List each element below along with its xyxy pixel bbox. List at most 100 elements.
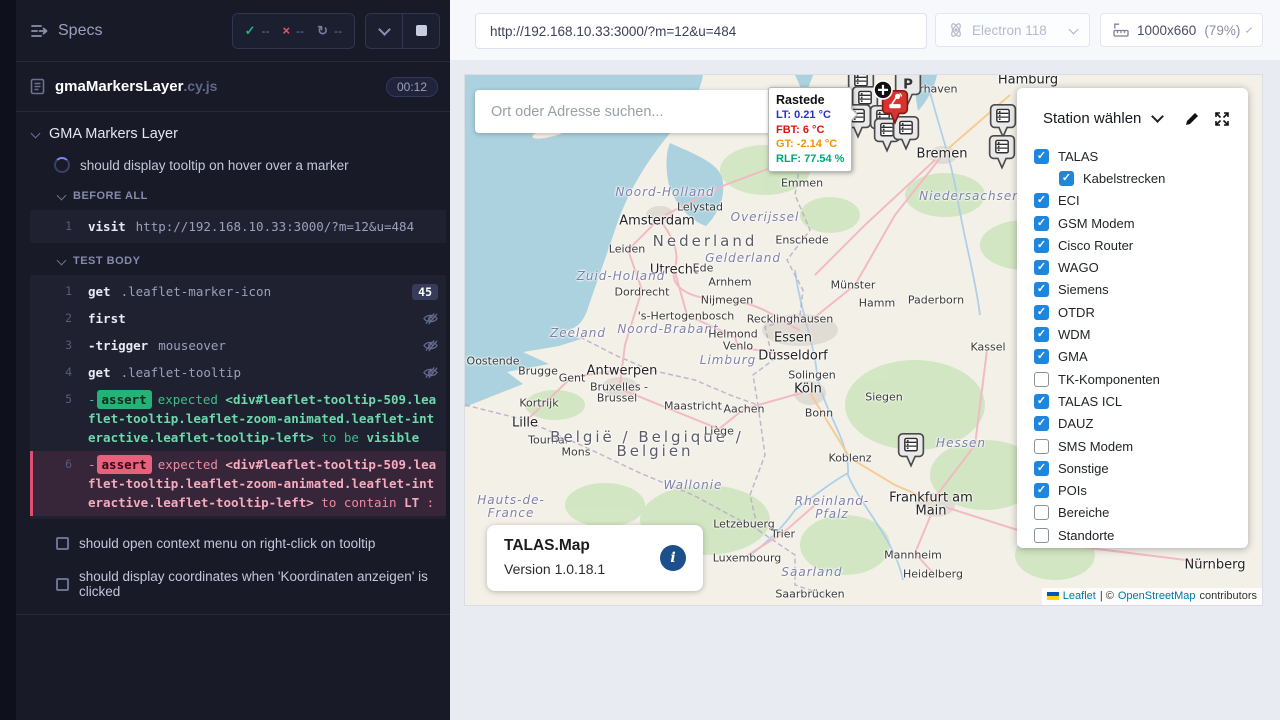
leaflet-map[interactable]: erhavenHamburgBremenNiedersachsenEmmenNo… — [465, 75, 1262, 605]
layer-checkbox-item[interactable]: ✓Sonstige — [1034, 457, 1248, 479]
map-search-input[interactable] — [475, 90, 775, 133]
layer-checkbox-item[interactable]: ✓Siemens — [1034, 279, 1248, 301]
layer-checkbox-item[interactable]: ✓GSM Modem — [1034, 212, 1248, 234]
layer-checkbox-item[interactable]: ✓Cisco Router — [1034, 234, 1248, 256]
checkbox-checked-icon[interactable]: ✓ — [1034, 483, 1049, 498]
run-stats: ✓-- ×-- ↻-- — [232, 13, 355, 49]
chevron-down-icon[interactable] — [1152, 110, 1165, 123]
command-row[interactable]: 4get.leaflet-tooltip — [30, 359, 446, 386]
collapse-all-button[interactable] — [366, 14, 402, 48]
checkbox-checked-icon[interactable]: ✓ — [1034, 461, 1049, 476]
checkbox-checked-icon[interactable]: ✓ — [1034, 394, 1049, 409]
viewport-select[interactable]: 1000x660 (79%) — [1100, 13, 1263, 47]
pending-test-row[interactable]: should open context menu on right-click … — [16, 527, 450, 560]
map-search-box — [475, 90, 775, 133]
checkbox-unchecked-icon[interactable] — [1034, 528, 1049, 543]
checkbox-checked-icon[interactable]: ✓ — [1034, 193, 1049, 208]
station-marker-icon[interactable] — [989, 135, 1016, 170]
layer-checkbox-item[interactable]: Standorte — [1034, 524, 1248, 546]
layer-label: DAUZ — [1058, 416, 1093, 431]
layer-checkbox-item[interactable]: ✓WAGO — [1034, 256, 1248, 278]
suite-row[interactable]: GMA Markers Layer — [16, 112, 450, 150]
layer-checkbox-item[interactable]: Bereiche — [1034, 502, 1248, 524]
checkbox-checked-icon[interactable]: ✓ — [1034, 349, 1049, 364]
specs-label[interactable]: Specs — [58, 22, 102, 40]
active-test-row[interactable]: should display tooltip on hover over a m… — [16, 150, 450, 180]
command-method: get — [88, 284, 111, 299]
layer-checkbox-item[interactable]: ✓POIs — [1034, 479, 1248, 501]
command-row[interactable]: 2first — [30, 305, 446, 332]
layer-checkbox-item[interactable]: ✓ GMA — [1034, 346, 1248, 368]
pending-test-row[interactable]: should display coordinates when 'Koordin… — [16, 560, 450, 608]
station-marker-icon[interactable] — [898, 433, 925, 468]
command-method: get — [88, 365, 111, 380]
checkbox-checked-icon[interactable]: ✓ — [1034, 305, 1049, 320]
aut-stage: erhavenHamburgBremenNiedersachsenEmmenNo… — [450, 60, 1280, 720]
command-row[interactable]: 5-assertexpected <div#leaflet-tooltip-50… — [30, 386, 446, 451]
command-row[interactable]: 3-triggermouseover — [30, 332, 446, 359]
assert-badge: assert — [97, 455, 152, 474]
command-row[interactable]: 1visithttp://192.168.10.33:3000/?m=12&u=… — [30, 213, 446, 240]
checkbox-unchecked-icon[interactable] — [1034, 439, 1049, 454]
layer-checkbox-item[interactable]: ✓ DAUZ — [1034, 413, 1248, 435]
leaflet-link[interactable]: Leaflet — [1063, 590, 1096, 602]
map-info-card: TALAS.Map Version 1.0.18.1 i — [487, 525, 703, 591]
checkbox-checked-icon[interactable]: ✓ — [1034, 260, 1049, 275]
layer-checkbox-item[interactable]: ✓ Kabelstrecken — [1059, 167, 1248, 189]
layer-checkbox-item[interactable]: ✓TALAS — [1034, 145, 1248, 167]
layer-checkbox-item[interactable]: ✓ECI — [1034, 190, 1248, 212]
checkbox-unchecked-icon[interactable] — [1034, 505, 1049, 520]
info-icon[interactable]: i — [660, 545, 686, 571]
viewport-size: 1000x660 — [1137, 23, 1196, 38]
command-row[interactable]: 6-assertexpected <div#leaflet-tooltip-50… — [30, 451, 446, 516]
layer-checkbox-item[interactable]: ✓WDM — [1034, 323, 1248, 345]
command-number: 1 — [30, 282, 88, 301]
before-all-section[interactable]: BEFORE ALL — [16, 180, 450, 208]
command-row[interactable]: 1get.leaflet-marker-icon45 — [30, 278, 446, 305]
layer-label: Kabelstrecken — [1083, 171, 1165, 186]
station-panel-header: Station wählen — [1017, 88, 1248, 137]
checkbox-unchecked-icon[interactable] — [1034, 372, 1049, 387]
command-number: 4 — [30, 363, 88, 382]
command-text: -triggermouseover — [88, 336, 415, 355]
checkbox-checked-icon[interactable]: ✓ — [1034, 216, 1049, 231]
osm-link[interactable]: OpenStreetMap — [1118, 590, 1196, 602]
chevron-down-icon — [57, 255, 67, 265]
checkbox-checked-icon[interactable]: ✓ — [1034, 282, 1049, 297]
edit-pencil-icon[interactable] — [1184, 111, 1200, 127]
checkbox-checked-icon[interactable]: ✓ — [1034, 149, 1049, 164]
expand-fullscreen-icon[interactable] — [1214, 111, 1230, 127]
browser-select[interactable]: Electron 118 — [935, 13, 1090, 47]
hidden-eye-icon — [423, 366, 438, 379]
pending-tests: should open context menu on right-click … — [16, 527, 450, 608]
layer-label: GMA — [1058, 349, 1088, 364]
browser-name: Electron 118 — [972, 23, 1047, 38]
test-running-spinner-icon — [54, 157, 70, 173]
spec-file-row[interactable]: gmaMarkersLayer.cy.js 00:12 — [16, 62, 450, 112]
command-text: -assertexpected <div#leaflet-tooltip-509… — [88, 455, 438, 512]
specs-menu-icon[interactable] — [30, 23, 48, 39]
command-method: -trigger — [88, 338, 148, 353]
layer-checkbox-item[interactable]: TK-Komponenten — [1034, 368, 1248, 390]
layer-checkbox-item[interactable]: ✓TALAS ICL — [1034, 390, 1248, 412]
station-panel-title[interactable]: Station wählen — [1043, 110, 1141, 127]
test-body-section[interactable]: TEST BODY — [16, 245, 450, 273]
pending-icon: ↻ — [317, 23, 328, 39]
checkbox-checked-icon[interactable]: ✓ — [1034, 416, 1049, 431]
add-marker-icon[interactable] — [872, 79, 894, 101]
layer-checkbox-item[interactable]: SMS Modem — [1034, 435, 1248, 457]
layer-label: TK-Komponenten — [1058, 372, 1160, 387]
sidebar-edge-strip — [0, 0, 16, 720]
checkbox-checked-icon[interactable]: ✓ — [1034, 238, 1049, 253]
checkbox-checked-icon[interactable]: ✓ — [1059, 171, 1074, 186]
command-number: 1 — [30, 217, 88, 236]
stop-button[interactable] — [403, 14, 439, 48]
layer-checkbox-item[interactable]: ✓OTDR — [1034, 301, 1248, 323]
command-text: visithttp://192.168.10.33:3000/?m=12&u=4… — [88, 217, 438, 236]
pending-test-title: should open context menu on right-click … — [79, 536, 375, 551]
command-text: -assertexpected <div#leaflet-tooltip-509… — [88, 390, 438, 447]
run-controls — [365, 13, 440, 49]
url-input[interactable] — [476, 14, 926, 48]
station-marker-icon[interactable] — [990, 104, 1017, 139]
checkbox-checked-icon[interactable]: ✓ — [1034, 327, 1049, 342]
